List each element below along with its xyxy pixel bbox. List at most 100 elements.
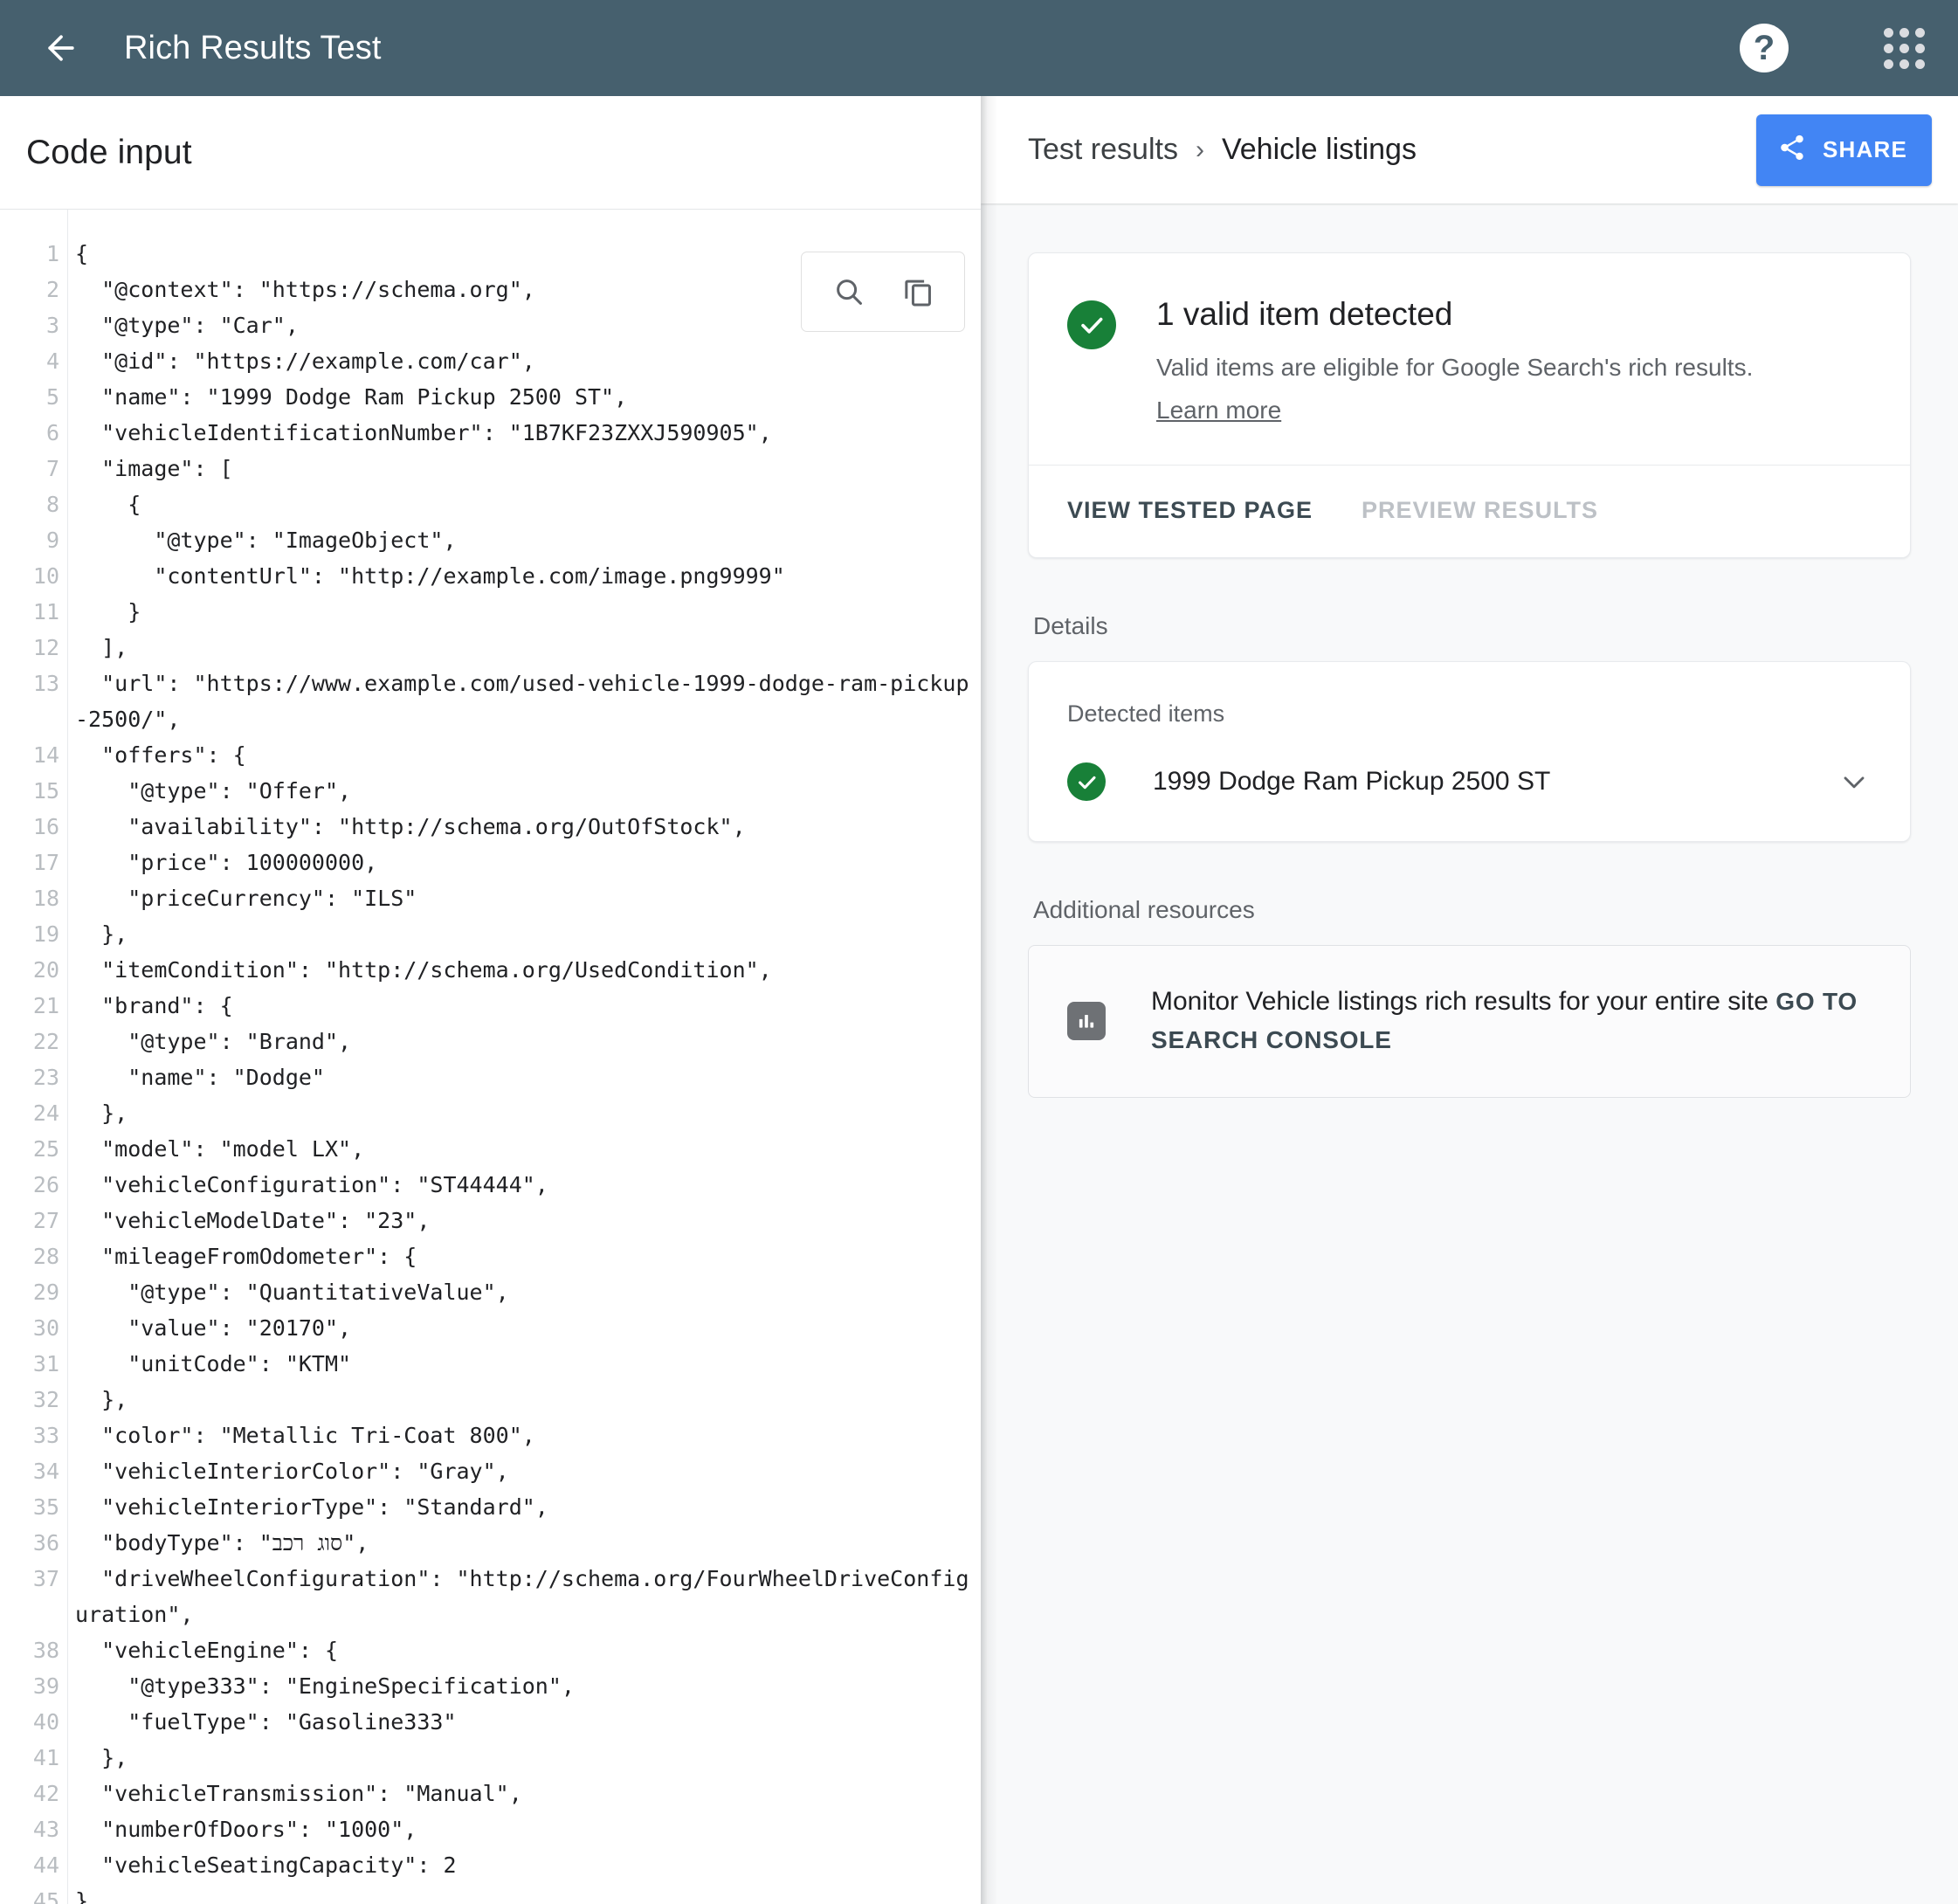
line-number: 45 xyxy=(32,1888,59,1904)
code-line: "vehicleTransmission": "Manual", xyxy=(75,1781,522,1806)
line-number: 33 xyxy=(32,1423,59,1448)
results-body: 1 valid item detected Valid items are el… xyxy=(981,204,1958,1099)
line-number: 19 xyxy=(32,921,59,947)
check-circle-icon xyxy=(1067,300,1116,349)
line-number: 10 xyxy=(32,563,59,589)
line-number: 29 xyxy=(32,1280,59,1305)
search-icon[interactable] xyxy=(824,267,873,316)
details-card: Detected items 1999 Dodge Ram Pickup 250… xyxy=(1028,661,1911,843)
line-number: 17 xyxy=(32,850,59,875)
copy-icon[interactable] xyxy=(893,267,942,316)
code-line: "vehicleIdentificationNumber": "1B7KF23Z… xyxy=(75,420,772,445)
code-line: } xyxy=(75,599,141,624)
additional-resources-label: Additional resources xyxy=(1033,896,1255,924)
preview-results-button: PREVIEW RESULTS xyxy=(1362,497,1599,524)
code-line: { xyxy=(75,492,141,517)
code-line: "vehicleInteriorColor": "Gray", xyxy=(75,1459,509,1484)
line-number: 31 xyxy=(32,1351,59,1376)
chevron-down-icon[interactable] xyxy=(1837,764,1872,799)
code-line: "@type": "Brand", xyxy=(75,1029,352,1054)
line-number: 24 xyxy=(32,1100,59,1126)
code-line: "brand": { xyxy=(75,993,233,1018)
line-number-gutter: 1 2 3 4 5 6 7 8 9 10 11 12 13 14 15 16 17 18 19 20 21 22 23 24 2… xyxy=(0,210,68,1904)
line-number: 20 xyxy=(32,957,59,983)
code-line: "unitCode": "KTM" xyxy=(75,1351,352,1376)
view-tested-page-button[interactable]: VIEW TESTED PAGE xyxy=(1067,497,1313,524)
code-editor[interactable]: 1 2 3 4 5 6 7 8 9 10 11 12 13 14 15 16 17 18 19 20 21 22 23 24 2… xyxy=(0,210,981,1904)
share-button[interactable]: SHARE xyxy=(1755,114,1932,186)
status-title: 1 valid item detected xyxy=(1156,296,1453,332)
line-number: 25 xyxy=(32,1136,59,1162)
line-number: 8 xyxy=(45,492,59,517)
code-line: "image": [ xyxy=(75,456,233,481)
line-number: 4 xyxy=(45,348,59,374)
line-number: 28 xyxy=(32,1244,59,1269)
detected-items-label: Detected items xyxy=(1067,700,1225,728)
back-arrow-icon[interactable] xyxy=(35,22,87,74)
line-number: 1 xyxy=(45,241,59,266)
code-line: "@type": "QuantitativeValue", xyxy=(75,1280,509,1305)
code-line: "numberOfDoors": "1000", xyxy=(75,1817,417,1842)
line-number: 43 xyxy=(32,1817,59,1842)
code-input-header: Code input xyxy=(0,96,981,210)
bar-chart-icon xyxy=(1067,1001,1106,1040)
code-line: "contentUrl": "http://example.com/image.… xyxy=(75,563,785,589)
line-number: 26 xyxy=(32,1172,59,1197)
line-number: 14 xyxy=(32,742,59,768)
code-line: "value": "20170", xyxy=(75,1315,352,1341)
line-number: 22 xyxy=(32,1029,59,1054)
code-line: "bodyType": "סוג רכב", xyxy=(75,1530,369,1556)
code-input-title: Code input xyxy=(26,133,192,171)
code-line: }, xyxy=(75,921,128,947)
code-line: "@type333": "EngineSpecification", xyxy=(75,1673,575,1699)
status-card: 1 valid item detected Valid items are el… xyxy=(1028,252,1911,559)
line-number: 39 xyxy=(32,1673,59,1699)
code-line: "vehicleInteriorType": "Standard", xyxy=(75,1494,548,1520)
additional-resource-text: Monitor Vehicle listings rich results fo… xyxy=(1151,983,1858,1059)
line-number: 32 xyxy=(32,1387,59,1412)
line-number: 37 xyxy=(32,1566,59,1591)
apps-grid-icon[interactable] xyxy=(1879,24,1928,72)
line-number: 18 xyxy=(32,886,59,911)
help-icon[interactable]: ? xyxy=(1740,24,1789,72)
breadcrumb-separator-icon: › xyxy=(1195,135,1204,164)
line-number: 13 xyxy=(32,671,59,696)
code-line: "@type": "ImageObject", xyxy=(75,528,457,553)
line-number: 9 xyxy=(45,528,59,553)
share-icon xyxy=(1777,133,1807,167)
line-number: 38 xyxy=(32,1638,59,1663)
code-line: "vehicleModelDate": "23", xyxy=(75,1208,431,1233)
line-number: 5 xyxy=(45,384,59,410)
line-number: 23 xyxy=(32,1065,59,1090)
code-line: "price": 100000000, xyxy=(75,850,378,875)
code-content[interactable]: { "@context": "https://schema.org", "@ty… xyxy=(68,210,981,1904)
code-line: "url": "https://www.example.com/used-veh… xyxy=(75,671,969,732)
line-number: 7 xyxy=(45,456,59,481)
learn-more-link[interactable]: Learn more xyxy=(1156,397,1281,424)
check-circle-icon xyxy=(1067,762,1106,802)
status-subtitle: Valid items are eligible for Google Sear… xyxy=(1156,354,1754,382)
line-number: 40 xyxy=(32,1709,59,1735)
code-line: }, xyxy=(75,1100,128,1126)
detected-item-row[interactable]: 1999 Dodge Ram Pickup 2500 ST xyxy=(1067,762,1872,802)
line-number: 2 xyxy=(45,277,59,302)
line-number: 42 xyxy=(32,1781,59,1806)
code-line: "vehicleEngine": { xyxy=(75,1638,339,1663)
code-line: }, xyxy=(75,1387,128,1412)
code-line: "name": "1999 Dodge Ram Pickup 2500 ST", xyxy=(75,384,628,410)
code-input-panel: Code input 1 2 3 4 5 6 7 8 9 10 11 12 13 14 15 16 17 18 19… xyxy=(0,96,981,1904)
code-line: }, xyxy=(75,1745,128,1770)
line-number: 34 xyxy=(32,1459,59,1484)
code-line: "model": "model LX", xyxy=(75,1136,365,1162)
code-line: "mileageFromOdometer": { xyxy=(75,1244,417,1269)
status-text-block: 1 valid item detected Valid items are el… xyxy=(1156,295,1753,424)
status-card-actions: VIEW TESTED PAGE PREVIEW RESULTS xyxy=(1029,466,1910,557)
line-number: 41 xyxy=(32,1745,59,1770)
breadcrumb-root[interactable]: Test results xyxy=(1028,133,1178,167)
line-number: 35 xyxy=(32,1494,59,1520)
code-line: "vehicleSeatingCapacity": 2 xyxy=(75,1852,457,1878)
share-button-label: SHARE xyxy=(1822,136,1907,162)
code-tools-bar xyxy=(801,252,965,332)
code-line: ], xyxy=(75,635,128,660)
code-line: "priceCurrency": "ILS" xyxy=(75,886,417,911)
